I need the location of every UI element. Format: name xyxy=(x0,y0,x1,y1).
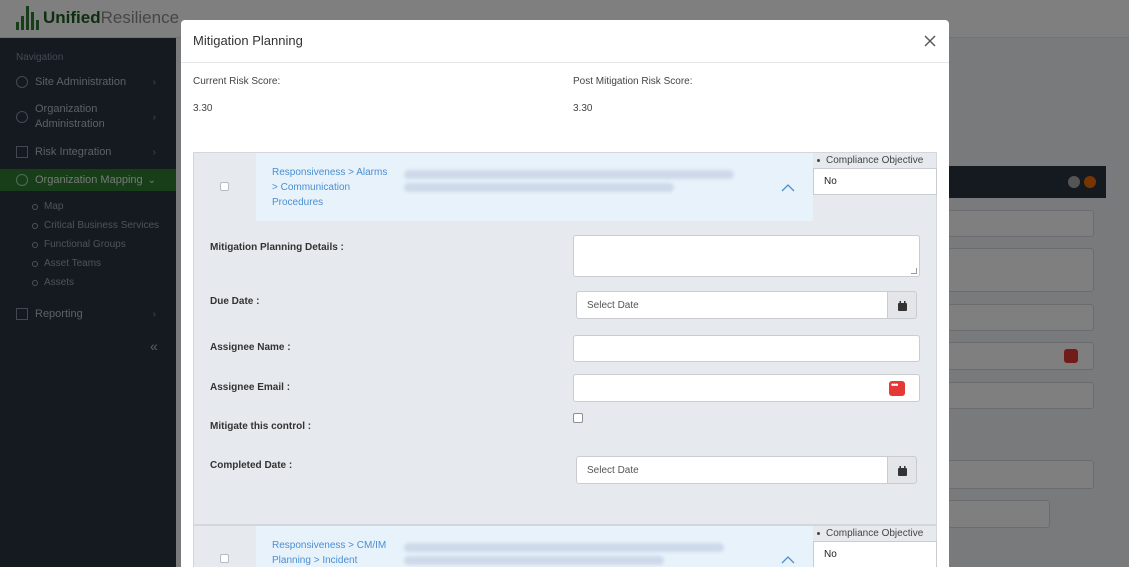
close-icon xyxy=(924,35,936,47)
chevron-up-icon[interactable] xyxy=(781,555,795,565)
completed-date-label: Completed Date : xyxy=(210,460,293,471)
redacted-text xyxy=(404,183,674,192)
redacted-text xyxy=(404,170,734,179)
control-breadcrumb[interactable]: Responsiveness > Alarms > Communication … xyxy=(272,165,392,210)
password-manager-icon[interactable] xyxy=(889,380,905,396)
assignee-name-label: Assignee Name : xyxy=(210,342,291,353)
due-date-picker: Select Date xyxy=(576,291,917,319)
current-risk-score-value: 3.30 xyxy=(193,103,213,114)
modal-title: Mitigation Planning xyxy=(193,33,303,48)
control-card-header[interactable]: Responsiveness > CM/IM Planning > Incide… xyxy=(256,526,813,567)
close-button[interactable] xyxy=(919,30,941,52)
completed-date-calendar-button[interactable] xyxy=(887,456,917,484)
compliance-objective-label: Compliance Objective xyxy=(817,528,923,539)
compliance-objective-label: Compliance Objective xyxy=(817,155,923,166)
calendar-icon xyxy=(898,466,907,476)
redacted-text xyxy=(404,556,664,565)
control-card: Responsiveness > Alarms > Communication … xyxy=(193,152,937,525)
control-breadcrumb[interactable]: Responsiveness > CM/IM Planning > Incide… xyxy=(272,538,392,567)
control-select-checkbox[interactable] xyxy=(220,554,229,563)
due-date-calendar-button[interactable] xyxy=(887,291,917,319)
mitigate-control-checkbox[interactable] xyxy=(573,413,583,423)
compliance-objective-select[interactable]: No xyxy=(813,541,937,567)
mitigation-details-textarea[interactable] xyxy=(573,235,920,277)
assignee-email-input[interactable] xyxy=(573,374,920,402)
chevron-up-icon[interactable] xyxy=(781,183,795,193)
calendar-icon xyxy=(898,301,907,311)
assignee-email-label: Assignee Email : xyxy=(210,382,291,393)
control-card-header[interactable]: Responsiveness > Alarms > Communication … xyxy=(256,153,813,221)
compliance-objective-select[interactable]: No xyxy=(813,168,937,195)
due-date-input[interactable]: Select Date xyxy=(576,291,888,319)
modal-header: Mitigation Planning xyxy=(181,20,949,63)
control-select-checkbox[interactable] xyxy=(220,182,229,191)
completed-date-input[interactable]: Select Date xyxy=(576,456,888,484)
assignee-name-input[interactable] xyxy=(573,335,920,362)
control-card: Responsiveness > CM/IM Planning > Incide… xyxy=(193,525,937,567)
resize-handle-icon[interactable] xyxy=(911,268,917,274)
post-mitigation-risk-score-label: Post Mitigation Risk Score: xyxy=(573,76,693,87)
current-risk-score-label: Current Risk Score: xyxy=(193,76,281,87)
redacted-text xyxy=(404,543,724,552)
completed-date-picker: Select Date xyxy=(576,456,917,484)
mitigate-control-label: Mitigate this control : xyxy=(210,421,312,432)
post-mitigation-risk-score-value: 3.30 xyxy=(573,103,593,114)
mitigation-planning-modal: Mitigation Planning Current Risk Score: … xyxy=(181,20,949,567)
mitigation-details-label: Mitigation Planning Details : xyxy=(210,242,344,253)
due-date-label: Due Date : xyxy=(210,296,260,307)
